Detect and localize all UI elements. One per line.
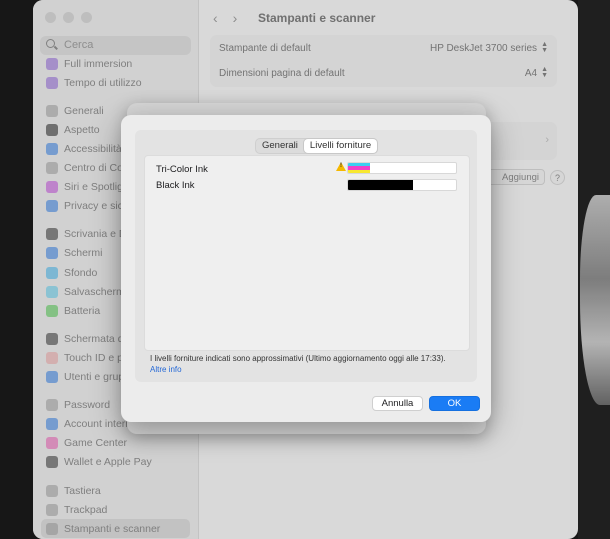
supply-levels-dialog: Generali Livelli forniture Tri-Color Ink… [121, 115, 491, 422]
ink-name: Black Ink [156, 179, 195, 191]
ink-fill [348, 169, 370, 173]
ink-row-tricolor: Tri-Color Ink [156, 162, 208, 176]
ink-level-bar-tricolor [347, 162, 457, 174]
ink-name: Tri-Color Ink [156, 163, 208, 175]
ink-levels-panel: Tri-Color Ink ! Black Ink [144, 155, 470, 351]
tab-livelli-forniture[interactable]: Livelli forniture [303, 139, 378, 153]
cancel-button[interactable]: Annulla [372, 396, 423, 411]
ink-level-bar-black [347, 179, 457, 191]
ok-button[interactable]: OK [429, 396, 480, 411]
supply-footnote: I livelli forniture indicati sono appros… [150, 354, 446, 363]
tab-generali[interactable]: Generali [256, 139, 304, 153]
tab-bar: Generali Livelli forniture [255, 138, 379, 154]
more-info-link[interactable]: Altre info [150, 365, 182, 374]
ink-row-black: Black Ink [156, 178, 195, 192]
ink-fill [348, 180, 413, 190]
dialog-content-box: Generali Livelli forniture Tri-Color Ink… [135, 130, 477, 382]
warning-icon: ! [336, 162, 346, 171]
